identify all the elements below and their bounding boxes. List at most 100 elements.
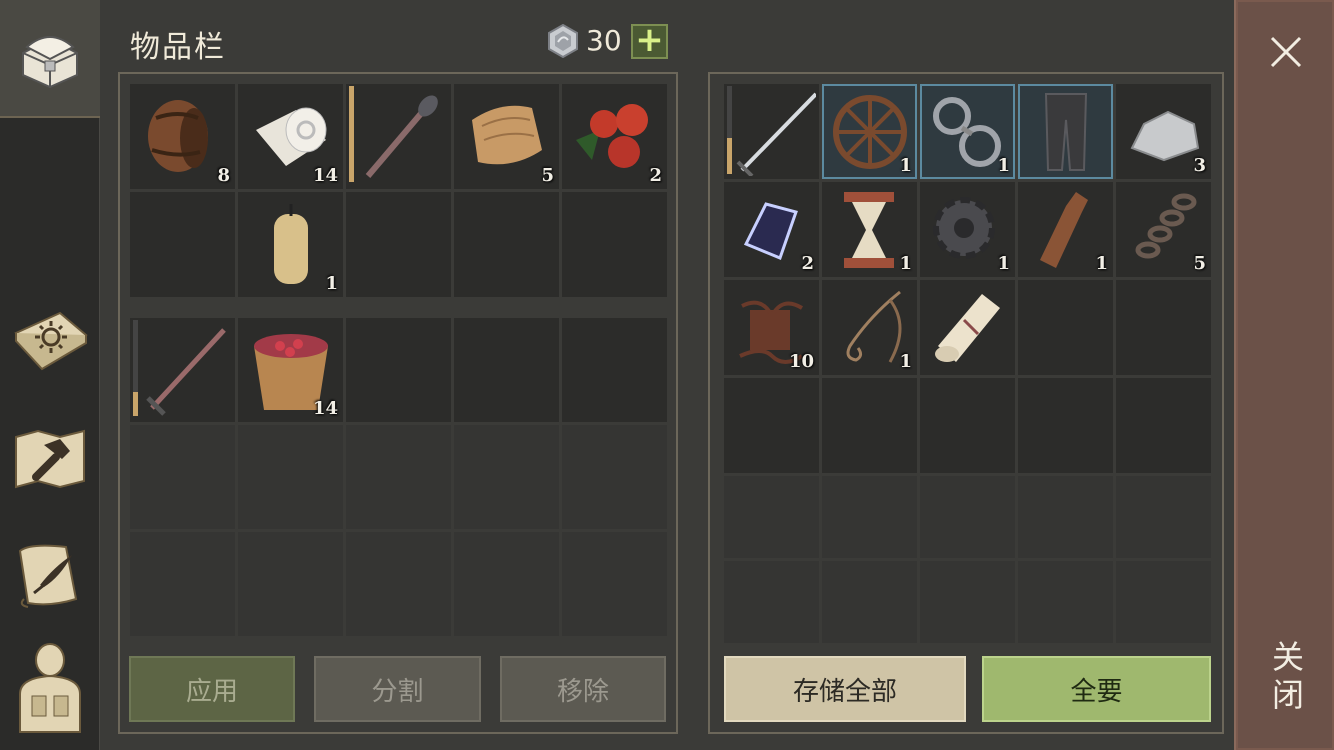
container-slot[interactable]: 5 — [1116, 182, 1211, 277]
item-count: 1 — [899, 155, 912, 176]
container-slot-locked — [1018, 476, 1113, 558]
inventory-slot[interactable]: 14 — [238, 318, 343, 422]
inventory-slot-locked — [562, 532, 667, 636]
item-count: 5 — [1193, 253, 1206, 274]
character-icon — [10, 638, 90, 734]
container-slot-locked — [1116, 561, 1211, 643]
hammer-map-icon — [10, 423, 90, 493]
sun-book-icon — [10, 305, 90, 375]
container-slot[interactable]: 1 — [822, 84, 917, 179]
inventory-slot[interactable]: 14 — [238, 84, 343, 189]
inventory-slot[interactable]: 5 — [454, 84, 559, 189]
candle-icon — [246, 198, 336, 292]
inventory-slot[interactable] — [346, 192, 451, 297]
chain-leggings-icon — [1026, 90, 1106, 178]
close-panel[interactable] — [1234, 0, 1334, 750]
inventory-slot[interactable]: 2 — [562, 84, 667, 189]
container-slot[interactable] — [724, 84, 819, 179]
container-slot[interactable] — [1116, 280, 1211, 375]
inventory-slot[interactable] — [346, 318, 451, 422]
item-count: 2 — [801, 253, 814, 274]
container-slot-locked — [724, 476, 819, 558]
inventory-slot[interactable] — [130, 192, 235, 297]
container-slot[interactable]: 1 — [920, 84, 1015, 179]
sidebar-tab-crafting[interactable] — [6, 414, 94, 502]
container-slot-locked — [822, 561, 917, 643]
inventory-screen: 物品栏 30 + 8 14 5 2 1 14 1 1 3 2 1 1 1 5 1… — [0, 0, 1334, 750]
inventory-slot-locked — [238, 532, 343, 636]
container-slot[interactable] — [1018, 280, 1113, 375]
container-slot[interactable]: 10 — [724, 280, 819, 375]
item-count: 1 — [997, 253, 1010, 274]
inventory-slot[interactable] — [562, 318, 667, 422]
container-slot-locked — [1116, 476, 1211, 558]
item-count: 3 — [1193, 155, 1206, 176]
close-icon[interactable] — [1266, 32, 1306, 72]
scroll-quill-icon — [10, 537, 90, 611]
item-count: 1 — [1095, 253, 1108, 274]
bottle-icon — [1026, 188, 1106, 276]
crystal-icon — [732, 188, 812, 276]
close-label[interactable]: 关闭 — [1266, 640, 1306, 716]
apply-button[interactable]: 应用 — [129, 656, 295, 722]
inventory-slot[interactable] — [562, 192, 667, 297]
item-count: 10 — [788, 351, 814, 372]
container-slot[interactable]: 1 — [822, 280, 917, 375]
sidebar-tab-skills[interactable] — [6, 296, 94, 384]
inventory-slot[interactable] — [130, 318, 235, 422]
inventory-slot-locked — [130, 532, 235, 636]
container-slot[interactable] — [1116, 378, 1211, 473]
inventory-slot[interactable]: 1 — [238, 192, 343, 297]
item-count: 1 — [899, 253, 912, 274]
inventory-slot-locked — [130, 425, 235, 529]
sidebar-tab-inventory[interactable] — [0, 0, 100, 118]
inventory-slot[interactable] — [346, 84, 451, 189]
stone-icon — [1124, 90, 1204, 178]
container-slot[interactable] — [822, 378, 917, 473]
container-slot[interactable]: 1 — [1018, 182, 1113, 277]
currency-coin-icon — [546, 23, 580, 59]
container-slot[interactable] — [920, 378, 1015, 473]
container-slot-locked — [822, 476, 917, 558]
inventory-grid-top: 8 14 5 2 1 — [130, 84, 667, 297]
container-slot[interactable]: 2 — [724, 182, 819, 277]
container-slot[interactable]: 1 — [920, 182, 1015, 277]
page-title: 物品栏 — [130, 30, 226, 65]
berries-icon — [570, 90, 660, 184]
sidebar-tab-journal[interactable] — [6, 530, 94, 618]
container-slot[interactable] — [1018, 378, 1113, 473]
split-button[interactable]: 分割 — [314, 656, 481, 722]
inventory-slot-locked — [346, 532, 451, 636]
item-count: 1 — [899, 351, 912, 372]
longsword-icon — [732, 90, 818, 179]
inventory-slot[interactable] — [454, 318, 559, 422]
container-slot[interactable] — [724, 378, 819, 473]
item-count: 14 — [312, 165, 338, 186]
container-slot[interactable]: 1 — [822, 182, 917, 277]
item-count: 1 — [997, 155, 1010, 176]
gear-icon — [928, 188, 1008, 276]
item-count: 8 — [217, 165, 230, 186]
sidebar-tab-character[interactable] — [6, 642, 94, 733]
container-slot[interactable]: 3 — [1116, 84, 1211, 179]
container-slot-locked — [920, 476, 1015, 558]
item-count: 1 — [325, 273, 338, 294]
container-slot-locked — [724, 561, 819, 643]
inventory-slot[interactable]: 8 — [130, 84, 235, 189]
add-currency-button[interactable]: + — [631, 23, 668, 59]
shackles-icon — [928, 90, 1008, 178]
chain-icon — [1124, 188, 1204, 276]
container-slot[interactable] — [1018, 84, 1113, 179]
chest-icon — [15, 23, 85, 93]
currency-count: 30 — [586, 24, 622, 57]
inventory-slot-locked — [238, 425, 343, 529]
fabric-icon — [462, 90, 552, 184]
container-grid: 1 1 3 2 1 1 1 5 10 1 — [724, 84, 1211, 643]
inventory-slot-locked — [454, 425, 559, 529]
take-all-button[interactable]: 全要 — [982, 656, 1211, 722]
inventory-slot[interactable] — [454, 192, 559, 297]
remove-button[interactable]: 移除 — [500, 656, 666, 722]
sword-icon — [138, 324, 228, 420]
container-slot[interactable] — [920, 280, 1015, 375]
store-all-button[interactable]: 存储全部 — [724, 656, 966, 722]
